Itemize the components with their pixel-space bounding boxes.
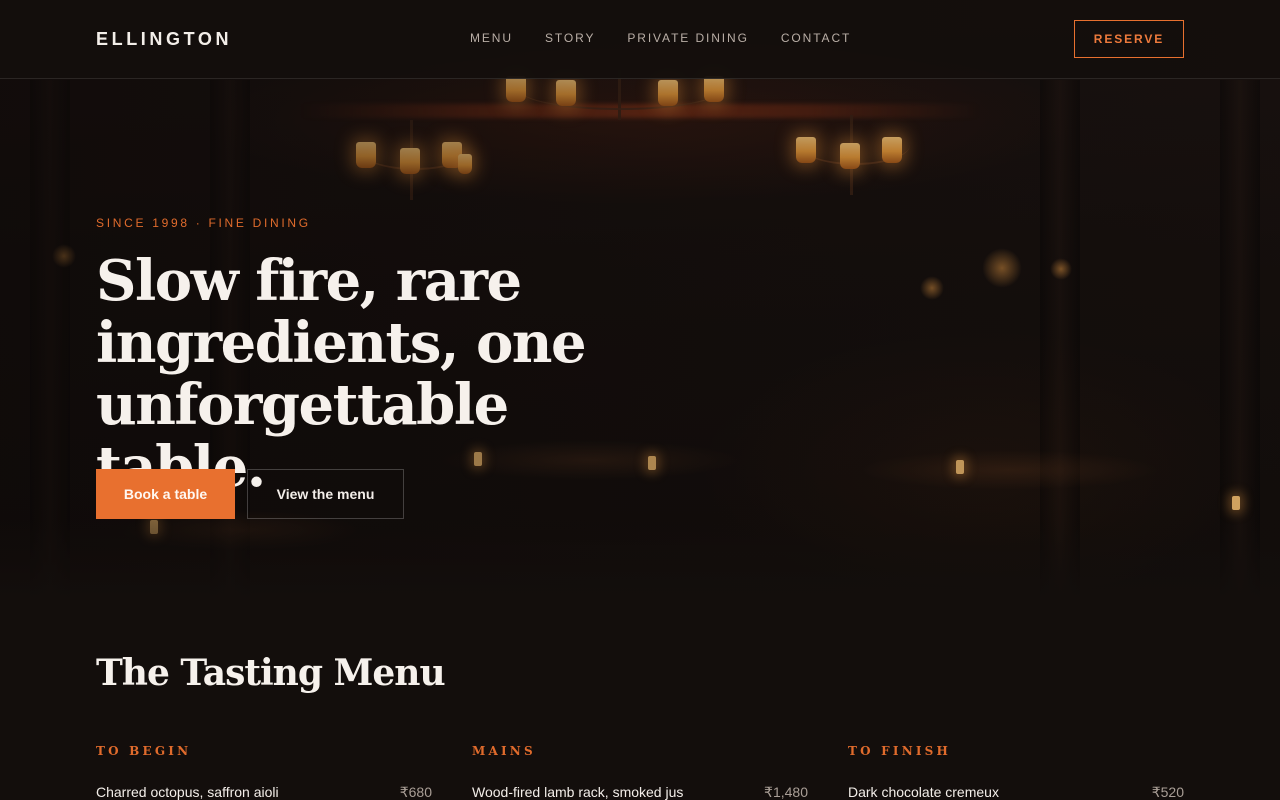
- menu-column-label: MAINS: [472, 744, 536, 758]
- nav-link-contact[interactable]: CONTACT: [781, 31, 851, 45]
- menu-item-name: Wood-fired lamb rack, smoked jus: [472, 784, 684, 800]
- brand-logo[interactable]: ELLINGTON: [96, 29, 232, 50]
- menu-item-price: ₹680: [399, 784, 432, 800]
- reserve-button[interactable]: RESERVE: [1074, 20, 1184, 58]
- menu-item-name: Charred octopus, saffron aioli: [96, 784, 279, 800]
- top-nav: ELLINGTON MENU STORY PRIVATE DINING CONT…: [0, 0, 1280, 79]
- menu-item-price: ₹1,480: [764, 784, 808, 800]
- menu-item: Dark chocolate cremeux ₹520: [848, 784, 1184, 800]
- book-table-button[interactable]: Book a table: [96, 469, 235, 519]
- menu-column-to-begin: TO BEGIN Charred octopus, saffron aioli …: [96, 744, 432, 800]
- menu-column-to-finish: TO FINISH Dark chocolate cremeux ₹520: [848, 744, 1184, 800]
- menu-section-title: The Tasting Menu: [96, 652, 446, 694]
- nav-link-menu[interactable]: MENU: [470, 31, 513, 45]
- page: ELLINGTON MENU STORY PRIVATE DINING CONT…: [0, 0, 1280, 800]
- menu-column-label: TO BEGIN: [96, 744, 192, 758]
- view-menu-button[interactable]: View the menu: [247, 469, 404, 519]
- menu-item-price: ₹520: [1151, 784, 1184, 800]
- menu-column-label: TO FINISH: [848, 744, 952, 758]
- nav-link-story[interactable]: STORY: [545, 31, 595, 45]
- hero-headline: Slow fire, rare ingredients, one unforge…: [96, 248, 587, 500]
- nav-links: MENU STORY PRIVATE DINING CONTACT: [470, 31, 883, 45]
- menu-column-mains: MAINS Wood-fired lamb rack, smoked jus ₹…: [472, 744, 808, 800]
- menu-item: Charred octopus, saffron aioli ₹680: [96, 784, 432, 800]
- menu-item: Wood-fired lamb rack, smoked jus ₹1,480: [472, 784, 808, 800]
- menu-item-name: Dark chocolate cremeux: [848, 784, 999, 800]
- nav-link-private-dining[interactable]: PRIVATE DINING: [627, 31, 749, 45]
- hero-eyebrow: SINCE 1998 · FINE DINING: [96, 216, 311, 230]
